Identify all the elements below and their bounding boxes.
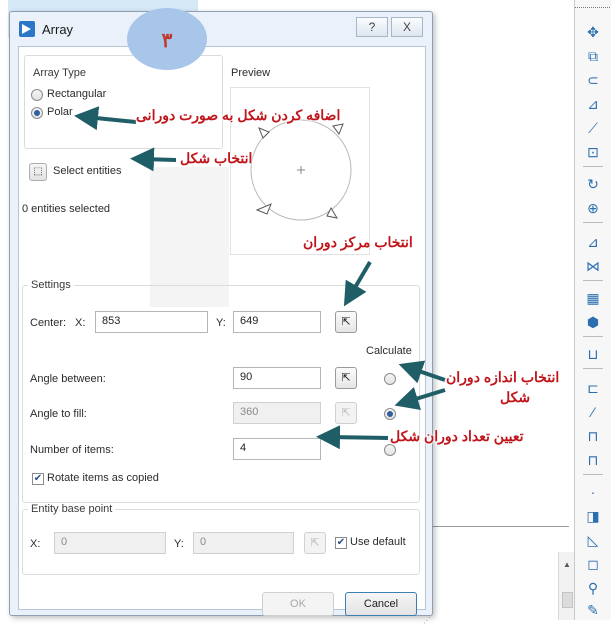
explode-icon[interactable]: ⬢ (583, 312, 603, 332)
select-annotation: انتخاب شکل (180, 150, 253, 166)
settings-label: Settings (28, 279, 74, 291)
scroll-up-arrow-icon[interactable]: ▲ (563, 560, 571, 569)
mirror-icon[interactable]: ⊿ (583, 232, 603, 252)
copy-icon[interactable]: ⧉ (583, 46, 603, 66)
pick-center-button[interactable]: ⇱ (335, 311, 357, 333)
dialog-client-area: Array Type Rectangular Polar Preview ⬚ S… (18, 46, 426, 616)
array-icon[interactable]: ▦ (583, 288, 603, 308)
measure-icon[interactable]: ⊏ (583, 378, 603, 398)
number-of-items-label: Number of items: (30, 444, 114, 456)
trim-icon[interactable]: ⊿ (583, 94, 603, 114)
polar-label[interactable]: Polar (47, 106, 73, 118)
mirror-copy-icon[interactable]: ⋈ (583, 256, 603, 276)
chamfer-icon[interactable]: ◨ (583, 506, 603, 526)
angle-to-fill-input[interactable]: 360 (233, 402, 321, 424)
use-default-label[interactable]: Use default (350, 536, 406, 548)
angle-annotation-line2: شکل (500, 389, 531, 405)
entities-selected-text: 0 entities selected (22, 203, 111, 215)
angle-to-fill-label: Angle to fill: (30, 408, 87, 420)
base-y-label: Y: (174, 538, 184, 550)
stretch-icon[interactable]: · (583, 482, 603, 502)
angle-between-label: Angle between: (30, 373, 106, 385)
calculate-angle-to-fill-radio[interactable] (384, 408, 396, 420)
background-divider (429, 526, 569, 527)
wrench-icon[interactable]: ⚲ (583, 578, 603, 598)
calculate-angle-between-radio[interactable] (384, 373, 396, 385)
entity-base-point-label: Entity base point (28, 503, 116, 515)
center-annotation: انتخاب مرکز دوران (303, 234, 413, 250)
center-y-input[interactable]: 649 (233, 311, 321, 333)
angle-between-input[interactable]: 90 (233, 367, 321, 389)
base-x-input[interactable]: 0 (54, 532, 166, 554)
items-annotation: تعیین تعداد دوران شکل (390, 428, 524, 444)
select-entities-button[interactable]: Select entities (53, 165, 121, 177)
polyline-icon[interactable]: ◻ (583, 554, 603, 574)
dialog-title: Array (42, 22, 74, 37)
preview-label: Preview (231, 67, 271, 79)
move-icon[interactable]: ✥ (583, 22, 603, 42)
offset-icon[interactable]: ⊂ (583, 70, 603, 90)
calculate-label: Calculate (366, 345, 412, 357)
number-of-items-input[interactable]: 4 (233, 438, 321, 460)
modify-toolbar: ✥ ⧉ ⊂ ⊿ ⟋ ⊡ ↻ ⊕ ⊿ ⋈ ▦ ⬢ ⊔ ⊏ ⁄ ⊓ ⊓ · ◨ ◺ … (574, 0, 611, 620)
divide-icon[interactable]: ⊔ (583, 344, 603, 364)
close-button[interactable]: X (391, 17, 423, 37)
rotate-items-checkbox[interactable]: ✔ (32, 473, 44, 485)
join-icon[interactable]: ⊓ (583, 426, 603, 446)
toolbar-grip[interactable] (575, 7, 611, 8)
angle-annotation-line1: انتخاب اندازه دوران (446, 369, 560, 385)
use-default-checkbox[interactable]: ✔ (335, 537, 347, 549)
step-number: ۳ (161, 30, 173, 52)
break-icon[interactable]: ⁄ (583, 402, 603, 422)
help-button[interactable]: ? (356, 17, 388, 37)
rectangular-radio[interactable] (31, 89, 43, 101)
scroll-thumb[interactable] (562, 592, 573, 608)
rectangular-label[interactable]: Rectangular (47, 88, 106, 100)
center-x-label: X: (75, 317, 86, 329)
select-entities-icon[interactable]: ⬚ (29, 163, 47, 181)
polar-annotation: اضافه کردن شکل به صورت دورانی (136, 107, 341, 123)
extend-icon[interactable]: ⟋ (583, 118, 603, 138)
pick-angle-to-fill-button[interactable]: ⇱ (335, 402, 357, 424)
base-x-label: X: (30, 538, 41, 550)
edit-icon[interactable]: ✎ (583, 600, 603, 620)
array-dialog: Array ? X Array Type Rectangular Polar P… (9, 11, 433, 625)
rotate-items-label[interactable]: Rotate items as copied (47, 472, 159, 484)
cancel-button[interactable]: Cancel (345, 592, 417, 616)
ok-button[interactable]: OK (262, 592, 334, 616)
scale-icon[interactable]: ◺ (583, 530, 603, 550)
array-type-label: Array Type (30, 67, 89, 79)
app-logo-icon (19, 21, 35, 37)
rotate-icon[interactable]: ↻ (583, 174, 603, 194)
dialog-titlebar[interactable]: Array ? X (10, 12, 432, 45)
center-label: Center: (30, 317, 67, 329)
fillet-icon[interactable]: ⊡ (583, 142, 603, 162)
center-x-input[interactable]: 853 (95, 311, 208, 333)
calculate-number-of-items-radio[interactable] (384, 444, 396, 456)
lengthen-icon[interactable]: ⊓ (583, 450, 603, 470)
center-y-label: Y: (216, 317, 226, 329)
resize-grip-icon[interactable]: ⋰ (423, 616, 431, 625)
base-y-input[interactable]: 0 (193, 532, 294, 554)
mirror-axis-icon[interactable]: ⊕ (583, 198, 603, 218)
step-badge: ۳ (127, 8, 207, 70)
pick-base-point-button[interactable]: ⇱ (304, 532, 326, 554)
pick-angle-between-button[interactable]: ⇱ (335, 367, 357, 389)
polar-radio[interactable] (31, 107, 43, 119)
